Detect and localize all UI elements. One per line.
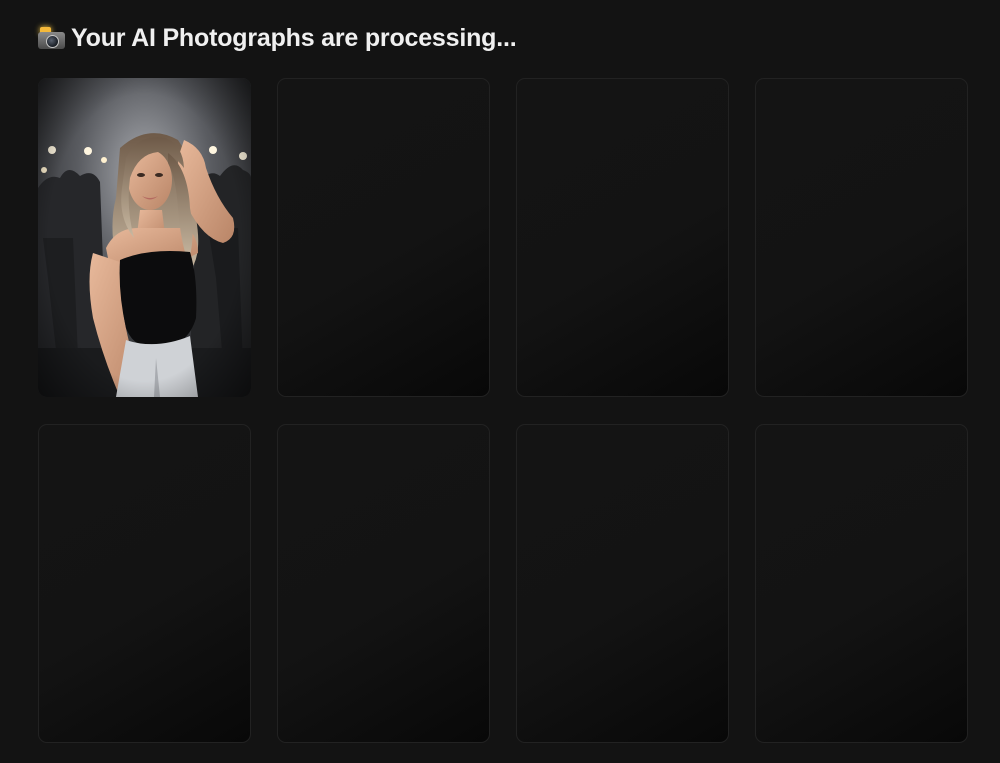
- placeholder-tile: [277, 78, 490, 397]
- page-header: Your AI Photographs are processing...: [38, 21, 517, 55]
- page-title: Your AI Photographs are processing...: [71, 23, 517, 52]
- photo-grid: [38, 78, 968, 743]
- placeholder-tile: [516, 424, 729, 743]
- placeholder-tile: [755, 424, 968, 743]
- placeholder-tile: [755, 78, 968, 397]
- placeholder-tile: [38, 424, 251, 743]
- generated-photo: [38, 78, 251, 397]
- placeholder-tile: [277, 424, 490, 743]
- photo-tile[interactable]: [38, 78, 251, 397]
- camera-with-flash-icon: [38, 27, 65, 49]
- placeholder-tile: [516, 78, 729, 397]
